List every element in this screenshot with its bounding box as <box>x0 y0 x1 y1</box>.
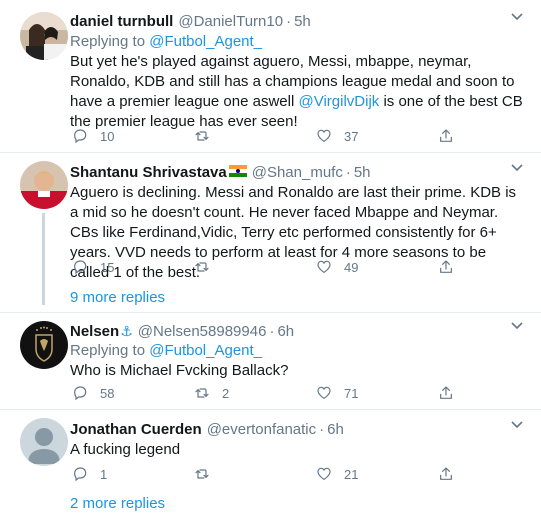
mention-link[interactable]: @VirgilvDijk <box>298 93 379 110</box>
retweet-button[interactable] <box>192 128 314 144</box>
separator-dot: · <box>345 164 351 181</box>
thread-connector <box>42 213 45 305</box>
replying-prefix: Replying to <box>70 342 150 359</box>
timestamp[interactable]: 5h <box>354 163 371 183</box>
share-icon <box>440 260 452 273</box>
tweet-text: Who is Michael Fvcking Ballack? <box>70 362 289 379</box>
author-name[interactable]: Shantanu Shrivastava <box>70 163 227 183</box>
tweet-header: Nelsen ⚓ @Nelsen58989946 · 6h <box>70 321 523 341</box>
avatar[interactable] <box>20 12 68 60</box>
separator-dot: · <box>286 13 292 30</box>
retweet-icon <box>195 388 209 398</box>
share-button[interactable] <box>436 466 541 482</box>
author-handle[interactable]: @Nelsen58989946 <box>138 322 267 342</box>
share-button[interactable] <box>436 385 541 401</box>
heart-icon <box>317 386 331 400</box>
retweet-icon <box>195 131 209 141</box>
anchor-icon: ⚓ <box>120 323 133 339</box>
share-icon <box>440 386 452 399</box>
avatar[interactable] <box>20 418 68 466</box>
replying-to: Replying to @Futbol_Agent_ <box>70 341 523 361</box>
chevron-down-icon[interactable] <box>511 12 523 24</box>
reply-icon <box>74 386 87 401</box>
reply-button[interactable]: 15 <box>70 259 192 275</box>
author-name[interactable]: Nelsen <box>70 322 119 342</box>
tweet-daniel-turnbull[interactable]: daniel turnbull @DanielTurn10 · 5h Reply… <box>0 0 541 160</box>
share-button[interactable] <box>436 128 541 144</box>
india-flag-icon <box>228 165 247 177</box>
tweet-actions: 58 2 71 <box>70 383 541 403</box>
author-name[interactable]: daniel turnbull <box>70 12 173 32</box>
retweet-count: 2 <box>222 385 230 401</box>
like-count: 37 <box>344 128 359 144</box>
author-handle[interactable]: @evertonfanatic <box>207 420 316 440</box>
share-icon <box>440 129 452 142</box>
retweet-button[interactable]: 2 <box>192 385 314 401</box>
chevron-down-icon[interactable] <box>511 420 523 432</box>
like-button[interactable]: 21 <box>314 466 436 482</box>
tweet-header: daniel turnbull @DanielTurn10 · 5h <box>70 12 523 32</box>
reply-button[interactable]: 10 <box>70 128 192 144</box>
replying-to-mention[interactable]: @Futbol_Agent_ <box>149 342 262 359</box>
heart-icon <box>317 129 331 143</box>
like-count: 21 <box>344 466 359 482</box>
default-avatar-icon <box>20 418 68 466</box>
like-button[interactable]: 37 <box>314 128 436 144</box>
retweet-icon <box>195 262 209 272</box>
reply-count: 15 <box>100 259 115 275</box>
reply-icon <box>74 260 87 275</box>
replying-prefix: Replying to <box>70 33 150 50</box>
separator-dot: · <box>269 323 275 340</box>
show-more-replies-link[interactable]: 2 more replies <box>70 494 165 514</box>
tweet-nelsen[interactable]: Nelsen ⚓ @Nelsen58989946 · 6h Replying t… <box>0 313 541 409</box>
reply-icon <box>74 467 87 482</box>
avatar-photo-icon <box>20 161 68 209</box>
avatar-photo-icon <box>20 12 68 60</box>
share-button[interactable] <box>436 259 541 275</box>
avatar-club-crest-icon <box>20 321 68 369</box>
tweet-actions: 15 49 <box>70 257 541 277</box>
reply-button[interactable]: 58 <box>70 385 192 401</box>
heart-icon <box>317 260 331 274</box>
replying-to: Replying to @Futbol_Agent_ <box>70 32 523 52</box>
chevron-down-icon[interactable] <box>511 321 523 333</box>
reply-count: 10 <box>100 128 115 144</box>
tweet-text: But yet he's played against aguero, Mess… <box>70 52 523 132</box>
separator-dot: · <box>319 421 325 438</box>
author-handle[interactable]: @DanielTurn10 <box>178 12 283 32</box>
tweet-actions: 1 21 <box>70 464 541 484</box>
timestamp[interactable]: 6h <box>277 322 294 342</box>
share-icon <box>440 467 452 480</box>
tweet-text: A fucking legend <box>70 441 181 458</box>
like-button[interactable]: 49 <box>314 259 436 275</box>
tweet-actions: 10 37 <box>70 126 541 146</box>
chevron-down-icon[interactable] <box>511 163 523 175</box>
author-handle[interactable]: @Shan_mufc <box>252 163 343 183</box>
replying-to-mention[interactable]: @Futbol_Agent_ <box>149 33 262 50</box>
reply-count: 1 <box>100 466 108 482</box>
avatar[interactable] <box>20 321 68 369</box>
heart-icon <box>317 467 331 481</box>
retweet-button[interactable] <box>192 259 314 275</box>
timestamp[interactable]: 5h <box>294 12 311 32</box>
timestamp[interactable]: 6h <box>327 420 344 440</box>
tweet-header: Jonathan Cuerden @evertonfanatic · 6h <box>70 420 523 440</box>
retweet-button[interactable] <box>192 466 314 482</box>
like-count: 49 <box>344 259 359 275</box>
show-more-replies-link[interactable]: 9 more replies <box>70 288 165 308</box>
like-count: 71 <box>344 385 359 401</box>
reply-count: 58 <box>100 385 115 401</box>
reply-icon <box>74 129 87 144</box>
reply-button[interactable]: 1 <box>70 466 192 482</box>
avatar[interactable] <box>20 161 68 209</box>
tweet-header: Shantanu Shrivastava @Shan_mufc · 5h <box>70 163 523 183</box>
like-button[interactable]: 71 <box>314 385 436 401</box>
retweet-icon <box>195 469 209 479</box>
author-name[interactable]: Jonathan Cuerden <box>70 420 202 440</box>
